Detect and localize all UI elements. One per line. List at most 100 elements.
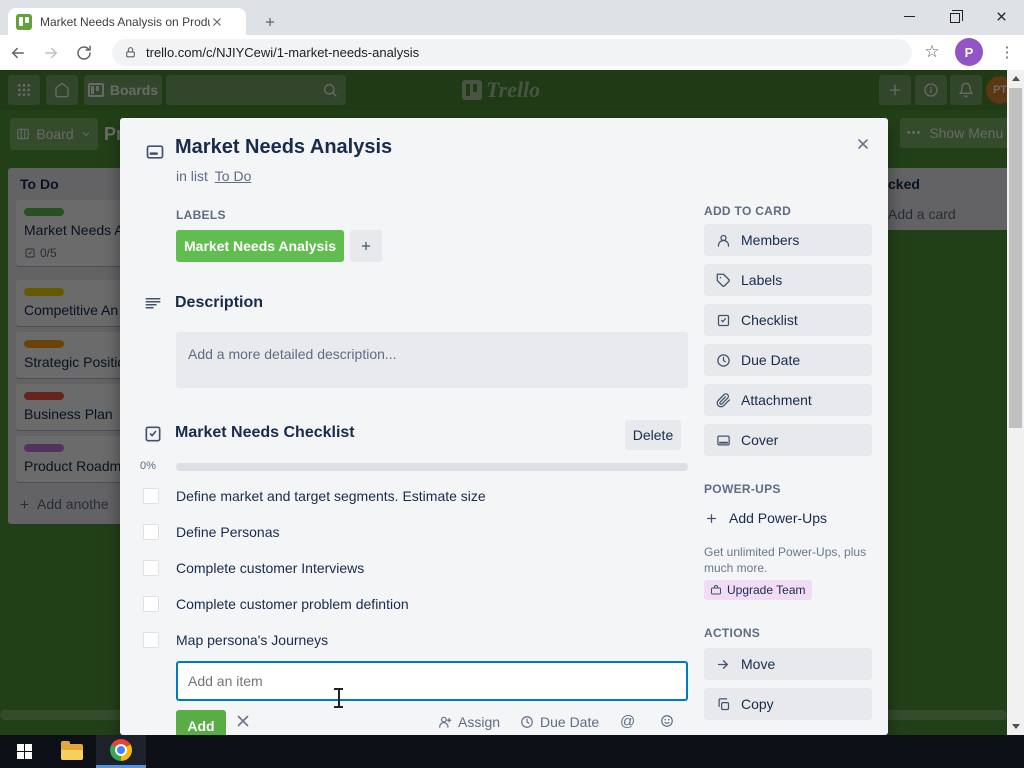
member-icon	[717, 234, 730, 247]
folder-icon	[61, 740, 83, 760]
checkbox[interactable]	[143, 524, 159, 540]
card-detail-modal: Market Needs Analysis in list To Do LABE…	[120, 118, 888, 735]
checklist-icon	[717, 314, 730, 326]
forward-button[interactable]	[36, 38, 66, 68]
scroll-down-arrow-icon[interactable]	[1007, 718, 1024, 735]
emoji-button[interactable]	[660, 714, 674, 728]
checkbox[interactable]	[143, 632, 159, 648]
arrow-right-icon	[717, 659, 728, 669]
clock-icon	[717, 353, 730, 367]
restore-button[interactable]	[932, 0, 978, 33]
delete-checklist-button[interactable]: Delete	[625, 420, 681, 450]
checkbox[interactable]	[143, 488, 159, 504]
sidebar-attachment-button[interactable]: Attachment	[704, 384, 872, 416]
browser-toolbar: trello.com/c/NJIYCewi/1-market-needs-ana…	[0, 35, 1024, 70]
list-link[interactable]: To Do	[215, 168, 252, 184]
description-heading: Description	[175, 294, 264, 311]
page-scrollbar[interactable]	[1007, 70, 1024, 735]
reload-button[interactable]	[69, 38, 99, 68]
item-due-date-button[interactable]: Due Date	[520, 714, 599, 730]
reload-icon	[77, 45, 91, 60]
card-icon	[146, 145, 164, 159]
chrome-taskbar-button[interactable]	[96, 735, 146, 768]
labels-heading: LABELS	[176, 208, 226, 222]
sidebar-members-button[interactable]: Members	[704, 224, 872, 256]
briefcase-icon	[711, 585, 721, 595]
assign-member-icon	[439, 716, 452, 728]
plus-icon	[265, 17, 275, 26]
mouse-cursor-ibeam	[332, 687, 345, 709]
back-arrow-icon	[12, 47, 24, 58]
action-move-button[interactable]: Move	[704, 648, 872, 680]
emoji-icon	[661, 715, 673, 727]
sidebar-labels-button[interactable]: Labels	[704, 264, 872, 296]
window-controls	[886, 0, 1024, 33]
modal-close-button[interactable]	[847, 128, 879, 160]
screen: Market Needs Analysis on Produ trello.co…	[0, 0, 1024, 768]
checkbox[interactable]	[143, 596, 159, 612]
cover-icon	[717, 435, 730, 445]
page-viewport: Boards Trello PT Board	[0, 70, 1024, 735]
description-icon	[145, 298, 161, 309]
trello-favicon-icon	[16, 13, 32, 30]
sidebar-checklist-button[interactable]: Checklist	[704, 304, 872, 336]
copy-icon	[718, 697, 730, 710]
checklist-percent: 0%	[140, 460, 156, 472]
checklist-item[interactable]: Define market and target segments. Estim…	[176, 488, 486, 504]
checklist-progress-bar	[176, 463, 688, 471]
back-button[interactable]	[3, 38, 33, 68]
card-label-chip[interactable]: Market Needs Analysis	[176, 230, 344, 262]
add-power-ups-button[interactable]: Add Power-Ups	[704, 510, 827, 526]
start-button[interactable]	[0, 735, 48, 768]
add-to-card-heading: ADD TO CARD	[704, 204, 792, 218]
mention-button[interactable]: @	[620, 713, 635, 730]
tab-close-icon[interactable]	[210, 15, 224, 29]
close-icon	[237, 715, 249, 727]
action-copy-button[interactable]: Copy	[704, 688, 872, 720]
checkbox[interactable]	[143, 560, 159, 576]
add-item-button[interactable]: Add	[176, 710, 226, 735]
scroll-up-arrow-icon[interactable]	[1007, 70, 1024, 87]
sidebar-cover-button[interactable]: Cover	[704, 424, 872, 456]
add-item-input[interactable]	[176, 661, 688, 701]
minimize-button[interactable]	[886, 0, 932, 33]
checklist-item[interactable]: Map persona's Journeys	[176, 632, 328, 648]
windows-logo-icon	[16, 744, 32, 759]
assign-button[interactable]: Assign	[438, 714, 500, 730]
paperclip-icon	[716, 392, 730, 407]
checklist-icon	[145, 426, 161, 442]
scrollbar-thumb[interactable]	[1009, 88, 1022, 428]
lock-icon	[126, 47, 135, 58]
modal-title[interactable]: Market Needs Analysis	[175, 136, 392, 159]
plus-icon	[361, 241, 371, 251]
url-text: trello.com/c/NJIYCewi/1-market-needs-ana…	[146, 45, 420, 60]
browser-tab[interactable]: Market Needs Analysis on Produ	[8, 8, 246, 35]
close-button[interactable]	[978, 0, 1024, 33]
new-tab-button[interactable]	[256, 8, 284, 35]
browser-menu-icon[interactable]: ⋮	[994, 38, 1020, 66]
power-ups-note: Get unlimited Power-Ups, plus much more.	[704, 545, 867, 575]
checklist-title[interactable]: Market Needs Checklist	[175, 424, 355, 442]
browser-profile-avatar[interactable]: P	[955, 38, 983, 66]
file-explorer-button[interactable]	[48, 735, 96, 768]
close-icon	[858, 139, 868, 149]
checklist-item[interactable]: Complete customer Interviews	[176, 560, 364, 576]
minimize-icon	[903, 16, 915, 17]
upgrade-team-badge[interactable]: Upgrade Team	[704, 580, 812, 600]
forward-arrow-icon	[45, 47, 57, 58]
tab-title: Market Needs Analysis on Produ	[40, 14, 210, 29]
browser-tab-strip: Market Needs Analysis on Produ	[0, 0, 1024, 35]
label-tag-icon	[716, 273, 730, 287]
actions-heading: ACTIONS	[704, 626, 761, 640]
checklist-item[interactable]: Complete customer problem defintion	[176, 596, 409, 612]
sidebar-due-date-button[interactable]: Due Date	[704, 344, 872, 376]
chrome-icon	[110, 739, 132, 761]
add-label-button[interactable]	[350, 230, 382, 262]
restore-icon	[950, 9, 963, 23]
address-bar[interactable]: trello.com/c/NJIYCewi/1-market-needs-ana…	[112, 39, 912, 66]
description-input[interactable]: Add a more detailed description...	[176, 332, 688, 388]
checklist-item[interactable]: Define Personas	[176, 524, 280, 540]
power-ups-heading: POWER-UPS	[704, 482, 781, 496]
cancel-add-item-button[interactable]	[234, 712, 252, 735]
bookmark-star-icon[interactable]: ☆	[918, 38, 946, 66]
